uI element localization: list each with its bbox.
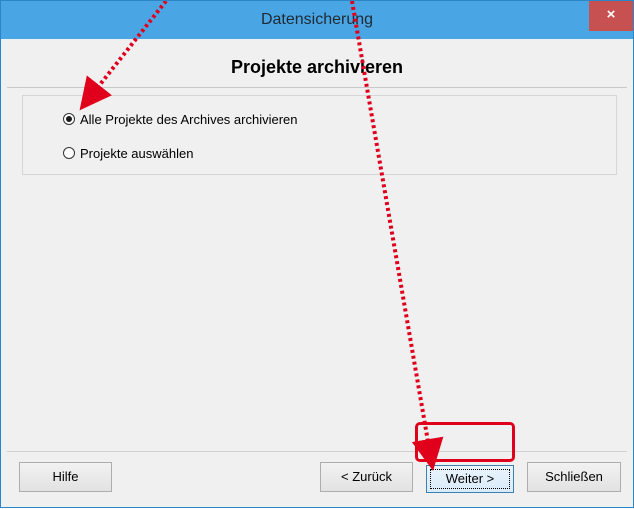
next-button[interactable]: Weiter > bbox=[426, 465, 514, 493]
radio-selected-icon[interactable] bbox=[63, 113, 75, 125]
back-button[interactable]: < Zurück bbox=[320, 462, 413, 492]
close-dialog-button[interactable]: Schließen bbox=[527, 462, 621, 492]
close-icon: × bbox=[606, 6, 616, 23]
archive-options-group: Alle Projekte des Archives archivieren P… bbox=[22, 95, 617, 175]
radio-all-projects-label[interactable]: Alle Projekte des Archives archivieren bbox=[80, 112, 298, 127]
next-button-label: Weiter > bbox=[445, 471, 495, 486]
radio-unselected-icon[interactable] bbox=[63, 147, 75, 159]
close-window-button[interactable]: × bbox=[589, 1, 633, 31]
button-bar-divider bbox=[7, 451, 627, 452]
radio-all-projects[interactable]: Alle Projekte des Archives archivieren bbox=[63, 110, 298, 128]
window-title: Datensicherung bbox=[260, 11, 374, 28]
heading-divider bbox=[7, 87, 627, 88]
title-bar: Datensicherung × bbox=[1, 1, 633, 39]
help-button[interactable]: Hilfe bbox=[19, 462, 112, 492]
radio-select-projects[interactable]: Projekte auswählen bbox=[63, 144, 193, 162]
page-title: Projekte archivieren bbox=[230, 57, 404, 77]
dialog-body: Projekte archivieren Alle Projekte des A… bbox=[7, 39, 627, 501]
radio-select-projects-label[interactable]: Projekte auswählen bbox=[80, 146, 193, 161]
dialog-window: Datensicherung × Projekte archivieren Al… bbox=[0, 0, 634, 508]
